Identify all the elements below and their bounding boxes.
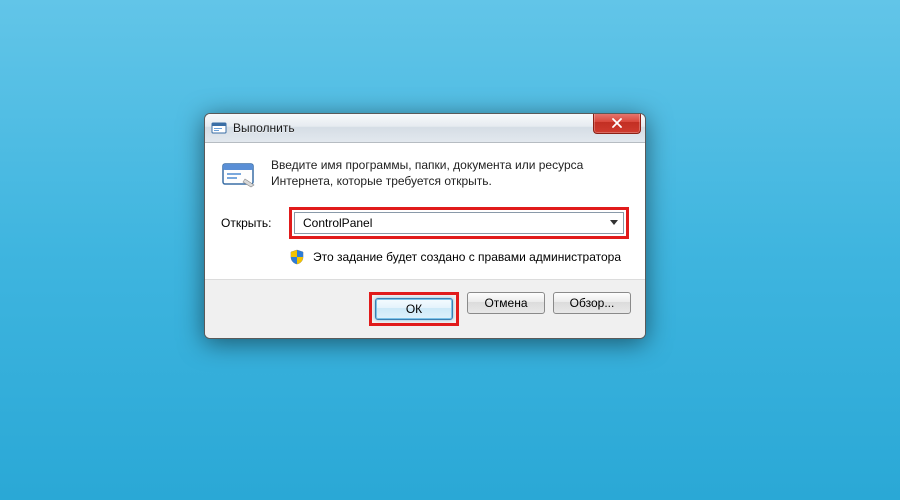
window-title: Выполнить	[233, 121, 639, 135]
dropdown-arrow-icon[interactable]	[609, 220, 619, 226]
ok-button[interactable]: ОК	[375, 298, 453, 320]
titlebar[interactable]: Выполнить	[205, 114, 645, 143]
open-combobox[interactable]	[294, 212, 624, 234]
open-combobox-highlight	[289, 207, 629, 239]
cancel-button[interactable]: Отмена	[467, 292, 545, 314]
run-title-icon	[211, 120, 227, 136]
admin-notice-row: Это задание будет создано с правами адми…	[289, 249, 629, 265]
run-program-icon	[221, 159, 257, 189]
browse-button[interactable]: Обзор...	[553, 292, 631, 314]
desktop-background: Выполнить Введите имя прог	[0, 0, 900, 500]
admin-notice-text: Это задание будет создано с правами адми…	[313, 250, 621, 264]
dialog-description: Введите имя программы, папки, документа …	[271, 157, 629, 189]
close-icon	[611, 118, 623, 128]
close-button[interactable]	[593, 113, 641, 134]
run-dialog-window: Выполнить Введите имя прог	[204, 113, 646, 339]
button-bar: ОК Отмена Обзор...	[205, 279, 645, 338]
uac-shield-icon	[289, 249, 305, 265]
ok-button-highlight: ОК	[369, 292, 459, 326]
open-input[interactable]	[301, 215, 609, 231]
open-label: Открыть:	[221, 216, 279, 230]
dialog-client-area: Введите имя программы, папки, документа …	[205, 143, 645, 279]
